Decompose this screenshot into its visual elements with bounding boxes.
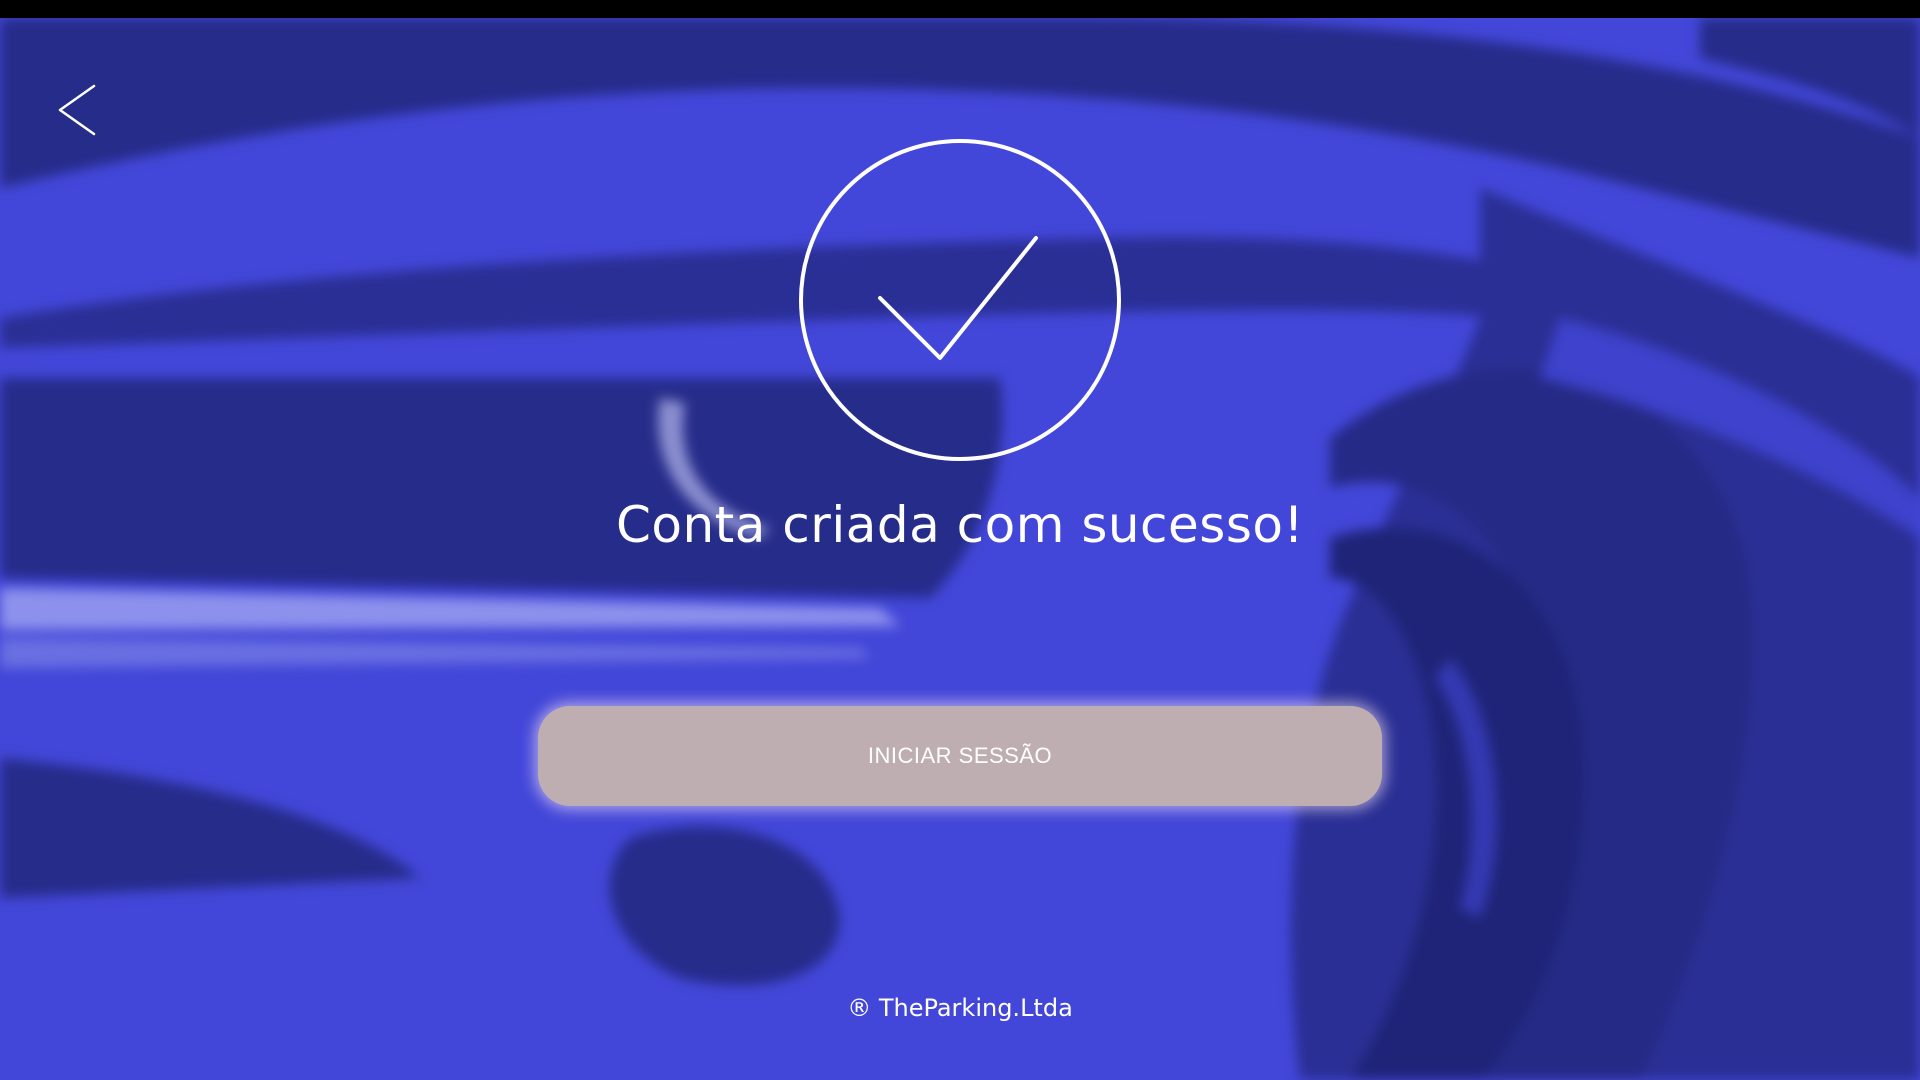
start-session-button[interactable]: INICIAR SESSÃO — [538, 706, 1382, 806]
success-screen: Conta criada com sucesso! INICIAR SESSÃO… — [0, 18, 1920, 1080]
success-message: Conta criada com sucesso! — [615, 496, 1305, 554]
copyright-footer: ® TheParking.Ltda — [847, 994, 1073, 1022]
back-button[interactable] — [52, 80, 108, 140]
success-indicator — [798, 138, 1122, 462]
check-circle-icon — [799, 139, 1121, 461]
chevron-left-icon — [58, 84, 96, 136]
